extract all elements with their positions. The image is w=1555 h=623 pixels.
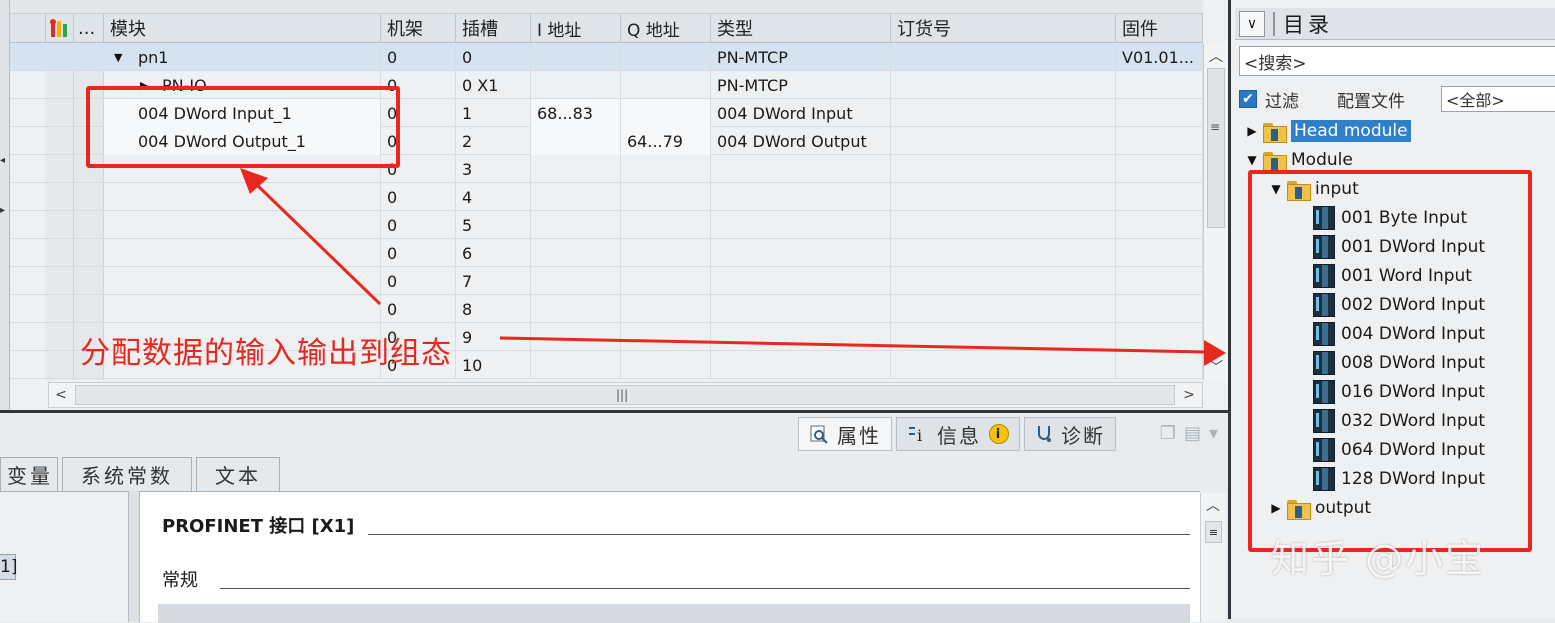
tab-system-constants-label: 系统常数 <box>81 464 173 488</box>
info-list-icon: i <box>909 426 924 444</box>
tab-diagnostics[interactable]: 诊断 <box>1024 417 1116 451</box>
tab-info-label: 信息 <box>937 423 981 448</box>
filter-label: 过滤 <box>1265 91 1299 112</box>
arrow-to-table-line <box>254 182 382 306</box>
subsection-title: 常规 <box>162 570 198 591</box>
expand-icon[interactable]: ▶ <box>1245 124 1259 138</box>
prop-scroll-up-icon[interactable]: ︿ <box>1201 493 1225 517</box>
tab-properties[interactable]: 属性 <box>798 417 892 451</box>
svg-text:i: i <box>917 426 924 444</box>
tree-node-head-module[interactable]: ▶ Head module <box>1245 117 1411 145</box>
property-content: PROFINET 接口 [X1] 常规 <box>140 491 1200 623</box>
tab-properties-label: 属性 <box>837 423 881 448</box>
property-navigation-pane: 1] <box>0 491 128 622</box>
inspector-tabs: 属性 i 信息 i 诊断 <box>798 417 1116 451</box>
arrow-to-catalog-line <box>499 336 1206 354</box>
subsection-divider <box>220 588 1190 589</box>
folder-icon <box>1263 121 1287 143</box>
catalog-title: 目录 <box>1283 12 1333 37</box>
arrowhead-to-catalog <box>1204 340 1226 366</box>
tab-system-constants[interactable]: 系统常数 <box>62 457 192 491</box>
folder-icon <box>1263 150 1287 172</box>
info-icon: i <box>989 424 1009 444</box>
device-overview-panel: ◂ ▸ ... 模块 机架 插槽 I 地址 Q 地址 类型 订货号 固件 ▼ pn… <box>0 0 1228 410</box>
prop-scroll-thumb[interactable]: ≡ <box>1205 521 1222 543</box>
section-divider <box>368 534 1190 535</box>
catalog-search-input[interactable]: <搜索> <box>1239 46 1555 76</box>
tab-variables[interactable]: 变量 <box>0 457 58 491</box>
header-separator <box>1273 11 1275 36</box>
filter-checkbox[interactable]: ✔ <box>1239 90 1257 108</box>
nav-item-fragment[interactable]: 1] <box>0 554 17 580</box>
property-field-area <box>158 604 1190 623</box>
tab-info[interactable]: i 信息 i <box>896 417 1020 451</box>
tree-node-label: Module <box>1291 150 1353 170</box>
properties-icon <box>810 425 828 444</box>
tab-texts-label: 文本 <box>215 464 261 488</box>
tree-node-label: Head module <box>1291 120 1411 142</box>
pane-splitter[interactable] <box>128 491 140 622</box>
property-scrollbar[interactable]: ︿ ≡ <box>1200 493 1226 622</box>
catalog-filter-row: ✔ 过滤 配置文件 <全部> <box>1239 84 1555 114</box>
collapse-panel-icon[interactable]: ▾ <box>1209 423 1218 444</box>
profile-select[interactable]: <全部> <box>1441 86 1555 112</box>
property-sub-tabs: 变量 系统常数 文本 <box>0 457 284 491</box>
catalog-header: ∨ 目录 <box>1235 8 1555 40</box>
section-title: PROFINET 接口 [X1] <box>162 516 355 537</box>
restore-window-icon[interactable]: ❐ <box>1160 423 1176 444</box>
watermark: 知乎 @小宝 <box>1271 537 1486 581</box>
annotation-text: 分配数据的输入输出到组态 <box>80 336 452 371</box>
profile-label: 配置文件 <box>1337 91 1405 112</box>
hardware-catalog-panel: ∨ 目录 <搜索> ✔ 过滤 配置文件 <全部> ▶ Head module ▼… <box>1228 0 1555 619</box>
collapse-icon[interactable]: ▼ <box>1245 153 1259 167</box>
highlight-box-catalog-modules <box>1248 170 1532 552</box>
inspector-window: 属性 i 信息 i 诊断 ❐ ▤ ▾ 变量 系统常数 文本 1] PROFINE… <box>0 410 1228 623</box>
diagnostics-icon <box>1038 426 1051 442</box>
tab-texts[interactable]: 文本 <box>196 457 280 491</box>
window-controls: ❐ ▤ ▾ <box>1160 423 1218 444</box>
layout-menu-icon[interactable]: ▤ <box>1184 423 1201 444</box>
collapse-catalog-icon[interactable]: ∨ <box>1239 10 1265 37</box>
tab-diagnostics-label: 诊断 <box>1061 423 1105 448</box>
tab-variables-label: 变量 <box>7 464 53 488</box>
